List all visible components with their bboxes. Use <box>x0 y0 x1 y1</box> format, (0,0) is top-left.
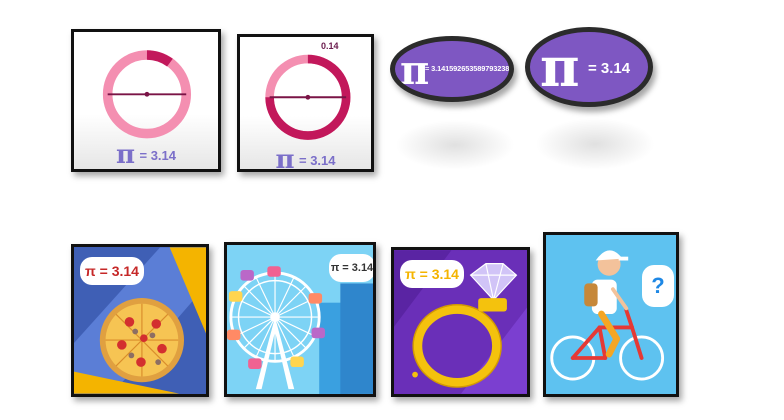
pi-circle-tile-2[interactable]: 0.14 π = 3.14 <box>237 34 374 172</box>
pi-speech-bubble: π = 3.14 <box>80 257 144 285</box>
ring-example-tile[interactable]: π = 3.14 <box>391 247 530 397</box>
pi-symbol: π <box>540 35 580 99</box>
pi-circle-tile-1[interactable]: π = 3.14 <box>71 29 221 172</box>
pi-digits-oval[interactable]: π = 3.14159265358979323846 <box>390 36 514 102</box>
pi-digits-text: = 3.14159265358979323846 <box>425 64 514 73</box>
question-speech-bubble: ? <box>642 265 674 307</box>
pi-speech-bubble: π = 3.14 <box>400 260 464 288</box>
cyclist-icon <box>546 235 676 394</box>
pi-formula-label: π = 3.14 <box>275 145 336 172</box>
oval-shadow <box>395 120 515 170</box>
pi-formula-label: π = 3.14 <box>116 140 176 170</box>
ferris-wheel-example-tile[interactable]: π = 3.14 <box>224 242 376 397</box>
pi-value-oval[interactable]: π = 3.14 <box>525 27 653 107</box>
oval-shadow <box>535 118 655 170</box>
pi-speech-bubble: π = 3.14 <box>329 254 373 282</box>
bicycle-example-tile[interactable]: ? <box>543 232 679 397</box>
arc-value-label: 0.14 <box>321 41 339 51</box>
pi-value-text: = 3.14 <box>588 60 631 77</box>
pizza-example-tile[interactable]: π = 3.14 <box>71 244 209 397</box>
